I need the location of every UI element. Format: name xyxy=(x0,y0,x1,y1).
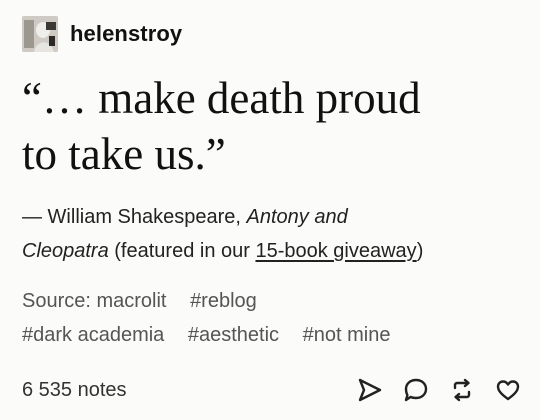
attribution-suffix: ) xyxy=(416,240,424,262)
heart-icon[interactable] xyxy=(494,376,522,404)
tumblr-post: helenstroy “… make death proud to take u… xyxy=(0,0,540,420)
tag-aesthetic[interactable]: #aesthetic xyxy=(188,324,279,346)
giveaway-link[interactable]: 15-book giveaway xyxy=(255,240,416,262)
post-footer: 6 535 notes xyxy=(22,372,522,408)
attribution-prefix: — William Shakespeare, xyxy=(22,206,247,228)
source-link[interactable]: Source: macrolit xyxy=(22,290,167,312)
username[interactable]: helenstroy xyxy=(70,21,182,47)
tag-reblog[interactable]: #reblog xyxy=(190,290,257,312)
work-title-part2: Cleopatra xyxy=(22,240,109,262)
quote-line-2: to take us.” xyxy=(22,129,226,179)
action-bar xyxy=(356,376,522,404)
quote-line-1: “… make death proud xyxy=(22,73,421,123)
notes-count[interactable]: 6 535 notes xyxy=(22,379,127,402)
tag-not-mine[interactable]: #not mine xyxy=(303,324,391,346)
attribution: — William Shakespeare, Antony and Cleopa… xyxy=(22,200,522,268)
avatar[interactable] xyxy=(22,16,58,52)
quote-text: “… make death proud to take us.” xyxy=(22,70,522,182)
work-title-part1: Antony and xyxy=(246,206,348,228)
paper-plane-icon[interactable] xyxy=(356,376,384,404)
speech-bubble-icon[interactable] xyxy=(402,376,430,404)
attribution-mid: (featured in our xyxy=(108,240,256,262)
reblog-icon[interactable] xyxy=(448,376,476,404)
post-header: helenstroy xyxy=(22,14,182,54)
tag-dark-academia[interactable]: #dark academia xyxy=(22,324,164,346)
tags-block: Source: macrolit #reblog #dark academia … xyxy=(22,284,522,352)
